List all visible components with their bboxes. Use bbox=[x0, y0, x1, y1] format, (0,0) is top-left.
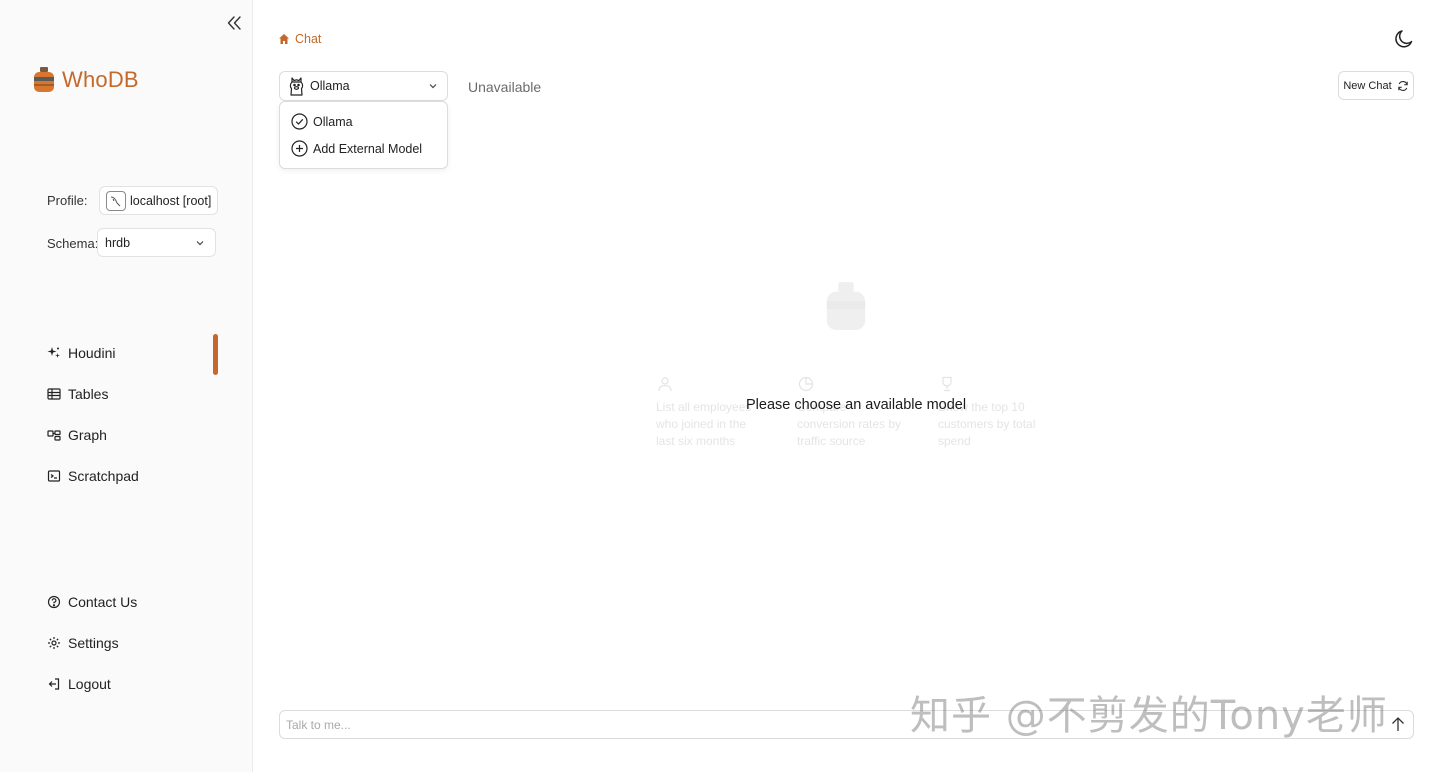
sparkles-icon bbox=[47, 347, 60, 358]
sidebar-item-graph[interactable]: Graph bbox=[47, 427, 107, 443]
chevron-down-icon bbox=[429, 84, 437, 89]
chevrons-left-icon bbox=[227, 16, 241, 30]
sidebar-item-tables[interactable]: Tables bbox=[47, 386, 108, 402]
breadcrumb-label: Chat bbox=[295, 32, 322, 46]
llama-icon bbox=[289, 77, 304, 96]
whodb-logo-icon bbox=[34, 67, 54, 92]
suggestion-card[interactable]: Show the top 10 customers by total spend bbox=[938, 376, 1043, 450]
graph-icon bbox=[47, 430, 61, 441]
schema-select[interactable]: hrdb bbox=[97, 228, 216, 257]
model-select-value: Ollama bbox=[310, 79, 350, 93]
users-icon bbox=[658, 377, 672, 392]
sidebar-item-label: Scratchpad bbox=[68, 468, 139, 484]
empty-state-message: Please choose an available model bbox=[746, 397, 967, 413]
sidebar-item-logout[interactable]: Logout bbox=[47, 676, 111, 692]
home-icon bbox=[279, 34, 289, 44]
active-indicator bbox=[213, 334, 218, 375]
menu-item-label: Ollama bbox=[313, 114, 353, 129]
sidebar-item-label: Tables bbox=[68, 386, 109, 402]
refresh-icon bbox=[1397, 80, 1408, 91]
profile-selector[interactable]: localhost [root] bbox=[99, 186, 218, 215]
model-status: Unavailable bbox=[468, 79, 542, 95]
suggestion-card[interactable]: Compare conversion rates by traffic sour… bbox=[797, 376, 902, 450]
table-icon bbox=[47, 388, 61, 400]
menu-item-ollama[interactable]: Ollama bbox=[291, 113, 353, 130]
sidebar-item-label: Settings bbox=[68, 635, 119, 651]
chat-input[interactable] bbox=[279, 710, 1414, 739]
sidebar-item-scratchpad[interactable]: Scratchpad bbox=[47, 468, 139, 484]
check-circle-icon bbox=[291, 113, 308, 130]
logout-icon bbox=[48, 678, 60, 690]
sidebar-item-label: Houdini bbox=[68, 345, 116, 361]
profile-row: Profile: bbox=[47, 193, 87, 208]
arrow-up-icon bbox=[1392, 717, 1404, 731]
schema-value: hrdb bbox=[105, 235, 131, 250]
model-select[interactable]: Ollama bbox=[279, 71, 448, 101]
chevron-down-icon bbox=[196, 240, 204, 245]
collapse-sidebar-button[interactable] bbox=[224, 13, 244, 33]
whodb-watermark-logo bbox=[826, 282, 866, 330]
moon-icon bbox=[1395, 30, 1413, 48]
plus-circle-icon bbox=[291, 140, 308, 157]
profile-label: Profile: bbox=[47, 193, 88, 208]
schema-row: Schema: bbox=[47, 236, 98, 251]
menu-item-add-external-model[interactable]: Add External Model bbox=[291, 140, 422, 157]
sidebar-item-label: Logout bbox=[68, 676, 111, 692]
trophy-icon bbox=[942, 376, 952, 392]
menu-item-label: Add External Model bbox=[313, 141, 423, 156]
pie-chart-icon bbox=[798, 376, 814, 392]
theme-toggle-button[interactable] bbox=[1393, 28, 1415, 50]
mysql-icon bbox=[106, 190, 126, 211]
sidebar-item-contact-us[interactable]: Contact Us bbox=[47, 594, 137, 610]
brand-name: WhoDB bbox=[62, 67, 139, 92]
sidebar-item-label: Contact Us bbox=[68, 594, 138, 610]
help-circle-icon bbox=[47, 595, 61, 609]
profile-value: localhost [root] bbox=[130, 193, 212, 208]
sidebar-item-settings[interactable]: Settings bbox=[47, 635, 119, 651]
app-window: WhoDB Profile: localhost [root] Schema: … bbox=[0, 0, 1440, 772]
new-chat-label: New Chat bbox=[1343, 79, 1392, 92]
sidebar-item-label: Graph bbox=[68, 427, 107, 443]
model-dropdown-menu: Ollama Add External Model bbox=[279, 101, 448, 169]
sidebar-item-houdini[interactable]: Houdini bbox=[47, 345, 115, 361]
new-chat-button[interactable]: New Chat bbox=[1338, 71, 1414, 100]
scratchpad-icon bbox=[47, 470, 61, 482]
breadcrumb[interactable]: Chat bbox=[278, 32, 321, 46]
schema-label: Schema: bbox=[47, 236, 99, 251]
brand[interactable]: WhoDB bbox=[32, 66, 139, 94]
gear-icon bbox=[48, 637, 60, 649]
suggestion-card[interactable]: List all employees who joined in the las… bbox=[656, 376, 761, 450]
send-button[interactable] bbox=[1388, 714, 1408, 734]
sidebar: WhoDB Profile: localhost [root] Schema: … bbox=[0, 0, 253, 772]
